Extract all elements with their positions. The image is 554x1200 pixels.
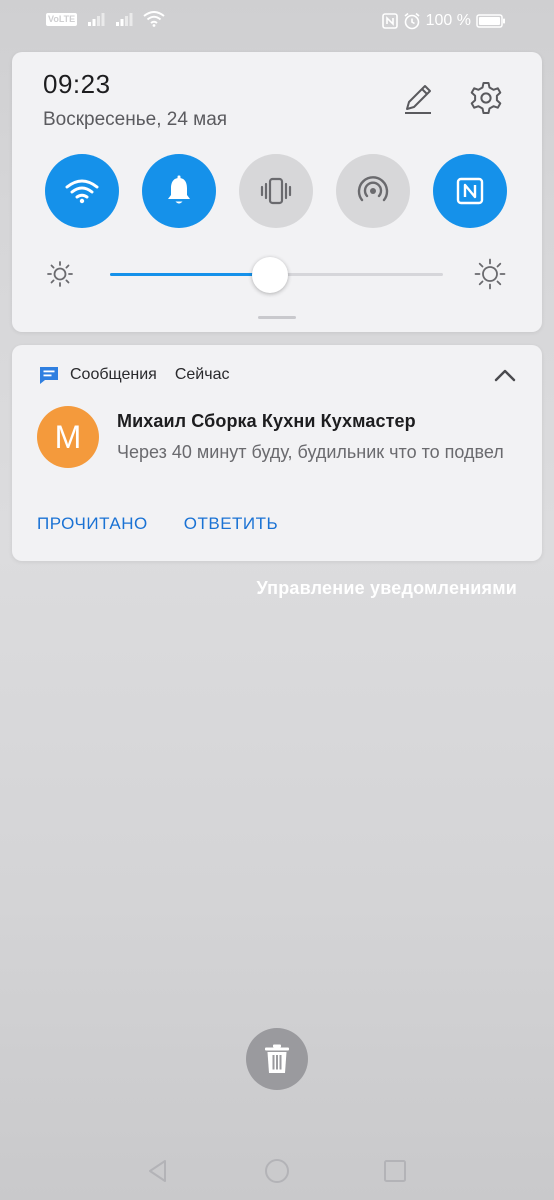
tile-sound[interactable] <box>142 154 216 228</box>
signal-icon-secondary <box>116 13 133 26</box>
chevron-up-icon <box>494 369 516 382</box>
tile-nfc[interactable] <box>433 154 507 228</box>
reply-button[interactable]: ОТВЕТИТЬ <box>184 514 278 534</box>
tile-wifi[interactable] <box>45 154 119 228</box>
status-right: 100 % <box>381 11 506 31</box>
notification-title: Михаил Сборка Кухни Кухмастер <box>117 411 416 431</box>
notification-actions: ПРОЧИТАНО ОТВЕТИТЬ <box>37 514 278 534</box>
mark-read-button[interactable]: ПРОЧИТАНО <box>37 514 148 534</box>
signal-icon <box>88 13 105 26</box>
brightness-low-icon <box>47 261 73 287</box>
tile-vibration[interactable] <box>239 154 313 228</box>
status-bar: VoLTE 100 % <box>0 0 554 44</box>
brightness-slider[interactable] <box>110 257 443 293</box>
brightness-row <box>46 256 508 293</box>
notification-card[interactable]: Сообщения Сейчас M Михаил Сборка Кухни К… <box>12 345 542 561</box>
messages-app-icon <box>40 367 58 384</box>
back-button[interactable] <box>145 1158 171 1184</box>
nfc-icon <box>456 177 484 205</box>
status-left: VoLTE <box>46 11 165 27</box>
settings-button[interactable] <box>468 80 504 116</box>
navigation-bar <box>0 1140 554 1200</box>
vibration-icon <box>260 177 292 205</box>
volte-badge: VoLTE <box>46 12 78 26</box>
wifi-status-icon <box>143 11 165 27</box>
pencil-icon <box>405 85 431 114</box>
edit-button[interactable] <box>400 80 436 116</box>
wifi-icon <box>65 179 99 204</box>
notification-header: Сообщения Сейчас <box>38 365 229 385</box>
manage-notifications-link[interactable]: Управление уведомлениями <box>256 578 517 599</box>
back-icon <box>149 1160 166 1182</box>
home-button[interactable] <box>264 1158 290 1184</box>
bell-icon <box>168 175 190 204</box>
notification-body: Через 40 минут буду, будильник что то по… <box>117 442 504 462</box>
brightness-fill <box>110 273 270 276</box>
battery-percentage: 100 % <box>425 12 471 29</box>
avatar: M <box>37 406 99 468</box>
date-label[interactable]: Воскресенье, 24 мая <box>43 109 227 131</box>
clear-all-button[interactable] <box>246 1028 308 1090</box>
quick-settings-panel: 09:23 Воскресенье, 24 мая <box>12 52 542 332</box>
hotspot-icon <box>357 176 389 202</box>
trash-icon <box>265 1044 289 1073</box>
tile-hotspot[interactable] <box>336 154 410 228</box>
quick-tiles <box>45 154 507 228</box>
battery-icon <box>476 14 505 28</box>
alarm-icon <box>404 12 420 30</box>
gear-icon <box>470 82 502 114</box>
nfc-status-icon <box>381 13 398 29</box>
recents-icon <box>384 1160 406 1182</box>
collapse-button[interactable] <box>490 363 520 389</box>
notification-time: Сейчас <box>174 366 230 383</box>
brightness-high-icon <box>474 258 506 290</box>
brightness-thumb[interactable] <box>251 257 288 293</box>
recents-button[interactable] <box>382 1158 408 1184</box>
panel-drag-handle[interactable] <box>258 316 296 319</box>
home-icon <box>265 1159 289 1183</box>
notification-app-name: Сообщения <box>70 366 157 383</box>
clock-time[interactable]: 09:23 <box>43 69 111 100</box>
